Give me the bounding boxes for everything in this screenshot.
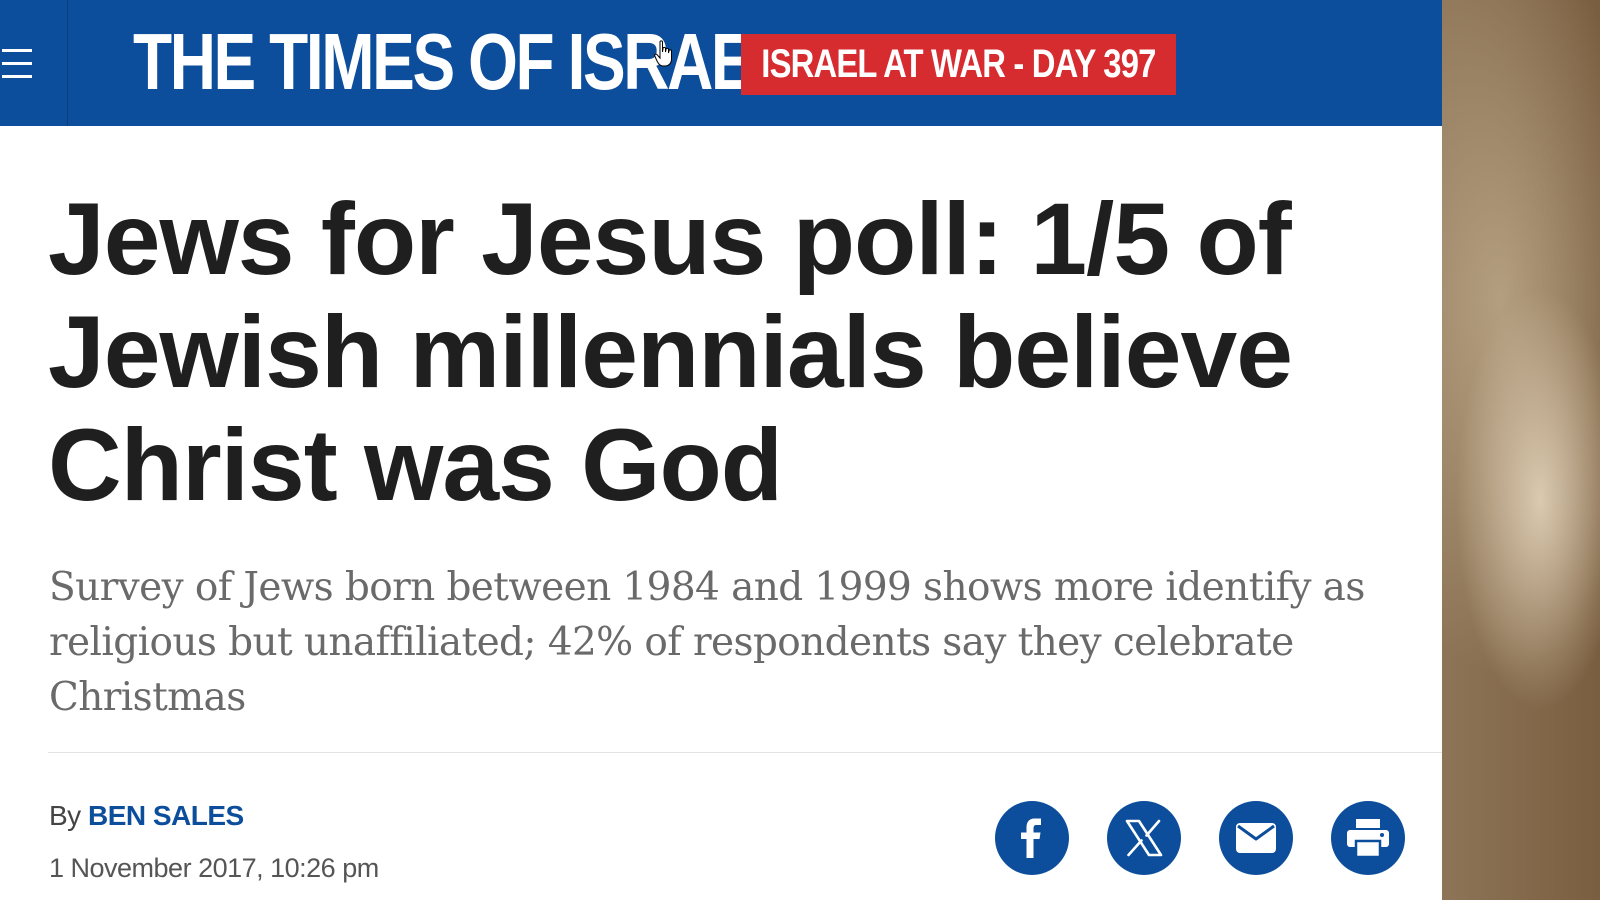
facebook-icon (1021, 818, 1041, 858)
byline: By BEN SALES (49, 800, 244, 832)
publish-date: 1 November 2017, 10:26 pm (49, 853, 379, 883)
war-day-badge-label: ISRAEL AT WAR - DAY 397 (761, 42, 1156, 86)
article-page: THE TIMES OF ISRAEL ISRAEL AT WAR - DAY … (0, 0, 1442, 900)
site-logo[interactable]: THE TIMES OF ISRAEL (133, 22, 790, 102)
hamburger-menu-button[interactable] (0, 0, 68, 126)
menu-line (2, 48, 32, 52)
share-facebook-button[interactable] (995, 801, 1069, 875)
author-link[interactable]: BEN SALES (88, 800, 244, 831)
article-headline: Jews for Jesus poll: 1/5 of Jewish mille… (48, 182, 1293, 522)
site-header: THE TIMES OF ISRAEL ISRAEL AT WAR - DAY … (0, 0, 1442, 126)
war-day-badge[interactable]: ISRAEL AT WAR - DAY 397 (741, 34, 1176, 95)
divider (48, 752, 1442, 753)
email-icon (1236, 823, 1276, 853)
print-button[interactable] (1331, 801, 1405, 875)
print-icon (1347, 819, 1389, 857)
byline-prefix: By (49, 800, 81, 831)
menu-line (2, 61, 32, 65)
share-x-button[interactable] (1107, 801, 1181, 875)
hand-cursor-icon (654, 40, 672, 67)
menu-line (2, 74, 32, 78)
x-icon (1125, 819, 1163, 857)
article-subheadline: Survey of Jews born between 1984 and 199… (49, 565, 1365, 720)
share-email-button[interactable] (1219, 801, 1293, 875)
